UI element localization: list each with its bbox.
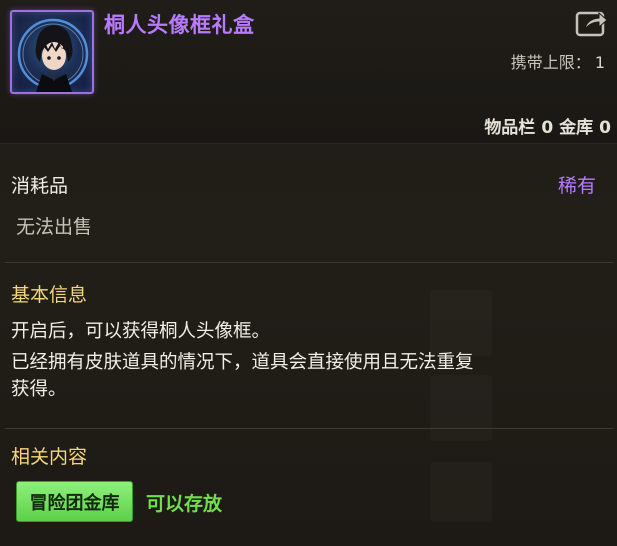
description-line: 开启后，可以获得桐人头像框。 [11,321,271,342]
sell-status: 无法出售 [16,216,93,238]
basic-info-description: 开启后，可以获得桐人头像框。 已经拥有皮肤道具的情况下，道具会直接使用且无法重复… [11,318,607,403]
storable-note: 可以存放 [146,493,223,515]
description-line: 获得。 [11,379,67,400]
carry-limit-value: 1 [594,53,605,72]
description-line: 已经拥有皮肤道具的情况下，道具会直接使用且无法重复 [11,352,474,373]
item-name: 桐人头像框礼盒 [104,13,255,37]
share-icon[interactable] [575,9,609,39]
basic-info-title: 基本信息 [11,284,88,306]
item-tooltip: 桐人头像框礼盒 携带上限： 1 物品栏 0 金库 0 消耗品 稀有 无法出售 基本信息 … [0,0,617,546]
divider [5,262,613,263]
item-category: 消耗品 [11,175,69,197]
carry-limit: 携带上限： 1 [511,49,605,73]
vault-count: 0 [599,118,611,138]
divider [5,428,613,429]
inventory-count: 0 [541,118,554,138]
adventure-vault-tag[interactable]: 冒险团金库 [16,481,133,522]
vault-label: 金库 [559,118,594,138]
item-rarity: 稀有 [557,175,596,197]
tooltip-header: 桐人头像框礼盒 携带上限： 1 物品栏 0 金库 0 [0,0,617,144]
carry-limit-label: 携带上限： [510,53,591,72]
kirito-avatar-frame-icon [10,10,94,94]
inventory-label: 物品栏 [484,118,536,138]
storage-counts: 物品栏 0 金库 0 [478,113,611,138]
related-content-title: 相关内容 [11,446,88,468]
background-ghost-panel [430,462,492,522]
